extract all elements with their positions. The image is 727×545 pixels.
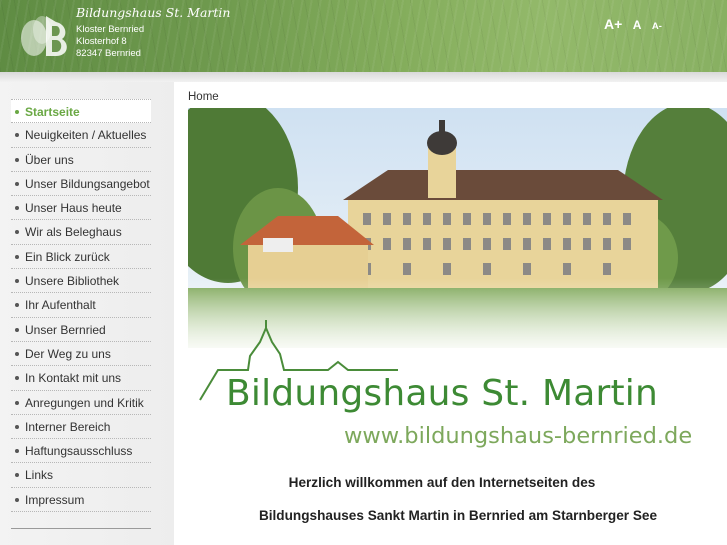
sidebar-divider — [11, 528, 151, 529]
site-header: Bildungshaus St. Martin Kloster Bernried… — [0, 0, 727, 72]
nav-item-interner-bereich[interactable]: Interner Bereich — [11, 415, 151, 440]
nav-item-beleghaus[interactable]: Wir als Beleghaus — [11, 220, 151, 245]
welcome-line-2: Bildungshauses Sankt Martin in Bernried … — [258, 508, 658, 523]
nav-item-anregungen[interactable]: Anregungen und Kritik — [11, 391, 151, 415]
logo-icon[interactable] — [16, 8, 72, 62]
nav-item-haftungsausschluss[interactable]: Haftungsausschluss — [11, 439, 151, 464]
nav-item-bibliothek[interactable]: Unsere Bibliothek — [11, 269, 151, 294]
nav-item-bildungsangebot[interactable]: Unser Bildungsangebot — [11, 172, 151, 197]
font-decrease-button[interactable]: A- — [652, 21, 662, 32]
main-navigation: Startseite Neuigkeiten / Aktuelles Über … — [11, 99, 151, 513]
font-normal-button[interactable]: A — [633, 18, 642, 32]
brand-name[interactable]: Bildungshaus St. Martin — [76, 5, 230, 20]
nav-item-bernried[interactable]: Unser Bernried — [11, 318, 151, 342]
nav-item-neuigkeiten[interactable]: Neuigkeiten / Aktuelles — [11, 123, 151, 148]
nav-item-aufenthalt[interactable]: Ihr Aufenthalt — [11, 293, 151, 318]
nav-item-startseite[interactable]: Startseite — [11, 99, 151, 124]
font-size-controls: A+ A A- — [604, 16, 668, 34]
nav-item-impressum[interactable]: Impressum — [11, 488, 151, 513]
nav-item-weg-zu-uns[interactable]: Der Weg zu uns — [11, 342, 151, 367]
sidebar: Startseite Neuigkeiten / Aktuelles Über … — [0, 82, 174, 545]
nav-item-kontakt[interactable]: In Kontakt mit uns — [11, 366, 151, 391]
address-line: 82347 Bernried — [76, 48, 141, 59]
welcome-line-1: Herzlich willkommen auf den Internetseit… — [288, 475, 596, 490]
hero-url: www.bildungshaus-bernried.de — [344, 423, 693, 449]
address-line: Klosterhof 8 — [76, 36, 127, 47]
nav-item-blick-zurueck[interactable]: Ein Blick zurück — [11, 245, 151, 270]
address-block: Kloster Bernried Klosterhof 8 82347 Bern… — [76, 24, 144, 60]
nav-item-ueber-uns[interactable]: Über uns — [11, 148, 151, 172]
breadcrumb-home[interactable]: Home — [188, 91, 219, 103]
nav-item-links[interactable]: Links — [11, 463, 151, 488]
address-line: Kloster Bernried — [76, 24, 145, 35]
hero-title: Bildungshaus St. Martin — [226, 373, 658, 414]
hero-banner: Bildungshaus St. Martin www.bildungshaus… — [188, 108, 727, 460]
font-increase-button[interactable]: A+ — [604, 16, 622, 32]
nav-item-haus-heute[interactable]: Unser Haus heute — [11, 196, 151, 221]
header-divider — [0, 72, 727, 82]
